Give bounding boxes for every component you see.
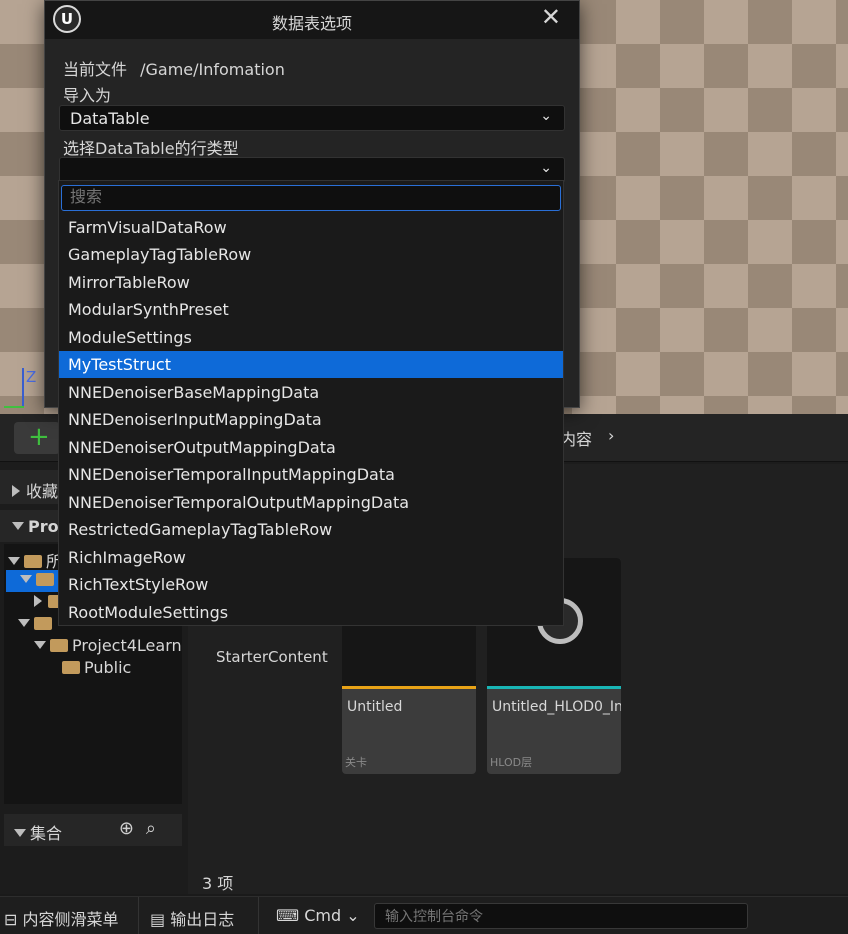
- import-as-label: 导入为: [63, 86, 112, 105]
- divider: [258, 897, 259, 934]
- dropdown-option[interactable]: NNEDenoiserTemporalOutputMappingData: [59, 489, 563, 516]
- dropdown-option[interactable]: ModuleSettings: [59, 324, 563, 351]
- expand-arrow-icon: [34, 595, 42, 607]
- content-drawer-label: 内容侧滑菜单: [22, 910, 119, 929]
- import-as-combo[interactable]: DataTable ⌄: [59, 105, 565, 131]
- collapse-arrow-icon: [34, 641, 46, 649]
- current-file-row: 当前文件 /Game/Infomation: [63, 56, 285, 80]
- dropdown-option-selected[interactable]: MyTestStruct: [59, 351, 563, 378]
- axis-x-line: [4, 406, 24, 408]
- axis-z-label: Z: [26, 368, 37, 386]
- divider: [138, 897, 139, 934]
- tree-item-plugins[interactable]: [18, 614, 56, 636]
- dropdown-option[interactable]: NNEDenoiserOutputMappingData: [59, 434, 563, 461]
- collections-section[interactable]: 集合 ⊕⌕: [4, 814, 182, 846]
- folder-icon: [24, 555, 42, 568]
- dropdown-option[interactable]: NNEDenoiserTemporalInputMappingData: [59, 461, 563, 488]
- folder-icon: [50, 639, 68, 652]
- collapse-arrow-icon: [20, 575, 32, 583]
- tree-item-all[interactable]: 所: [8, 548, 62, 571]
- add-button[interactable]: +: [14, 422, 60, 454]
- asset-type-bar: [342, 686, 476, 689]
- folder-item-label[interactable]: StarterContent: [216, 648, 328, 666]
- asset-type-bar: [487, 686, 621, 689]
- search-icon[interactable]: ⌕: [146, 818, 168, 839]
- project-label: Pro: [28, 517, 59, 536]
- current-file-value: /Game/Infomation: [140, 60, 285, 79]
- search-input[interactable]: [61, 185, 561, 211]
- status-bar: ⊟ 内容侧滑菜单 ▤ 输出日志 ⌨ Cmd ⌄: [0, 896, 848, 934]
- collections-label: 集合: [30, 824, 63, 843]
- add-collection-icon[interactable]: ⊕: [119, 818, 146, 839]
- cpp-folder-icon: [62, 661, 80, 674]
- chevron-right-icon[interactable]: ›: [608, 426, 614, 445]
- row-type-dropdown: FarmVisualDataRow GameplayTagTableRow Mi…: [58, 180, 564, 626]
- dropdown-option[interactable]: RestrictedGameplayTagTableRow: [59, 516, 563, 543]
- asset-name: Untitled_HLOD0_Instancing: [492, 699, 621, 715]
- dialog-title: 数据表选项: [271, 14, 352, 33]
- collapse-arrow-icon: [8, 557, 20, 565]
- asset-type: HLOD层: [490, 756, 533, 769]
- cmd-dropdown[interactable]: ⌨ Cmd ⌄: [276, 906, 360, 925]
- tree-item-label: Public: [84, 658, 132, 677]
- expand-arrow-icon: [12, 485, 20, 497]
- chevron-down-icon: ⌄: [346, 906, 360, 925]
- collapse-arrow-icon: [18, 619, 30, 627]
- item-count: 3 项: [202, 874, 234, 893]
- dropdown-option[interactable]: RootModuleSettings: [59, 599, 563, 626]
- favorites-label: 收藏: [26, 482, 59, 501]
- chevron-down-icon: ⌄: [540, 108, 552, 124]
- terminal-icon: ⌨: [276, 906, 300, 925]
- tree-item-label: Project4Learn: [72, 636, 182, 655]
- dropdown-option[interactable]: NNEDenoiserInputMappingData: [59, 406, 563, 433]
- dropdown-option[interactable]: NNEDenoiserBaseMappingData: [59, 379, 563, 406]
- current-file-label: 当前文件: [63, 60, 128, 79]
- chevron-down-icon: ⌄: [540, 160, 552, 176]
- collapse-arrow-icon: [12, 522, 24, 530]
- dropdown-option[interactable]: GameplayTagTableRow: [59, 241, 563, 268]
- content-drawer-button[interactable]: ⊟ 内容侧滑菜单: [4, 906, 119, 930]
- breadcrumb[interactable]: 内容: [560, 426, 592, 450]
- content-drawer-icon: ⊟: [4, 910, 18, 929]
- tree-item-project[interactable]: Project4Learn: [34, 636, 182, 658]
- dialog-titlebar[interactable]: U 数据表选项 ✕: [45, 1, 579, 39]
- dropdown-option[interactable]: RichTextStyleRow: [59, 571, 563, 598]
- console-input[interactable]: [374, 903, 748, 929]
- dropdown-option[interactable]: ModularSynthPreset: [59, 296, 563, 323]
- folder-icon: [36, 573, 54, 586]
- dropdown-option[interactable]: FarmVisualDataRow: [59, 214, 563, 241]
- tree-item-public[interactable]: Public: [62, 658, 131, 680]
- asset-type: 关卡: [345, 756, 367, 769]
- plus-icon: +: [28, 422, 50, 452]
- log-icon: ▤: [150, 910, 166, 929]
- folder-icon: [34, 617, 52, 630]
- axis-z-line: [22, 368, 24, 408]
- import-as-value: DataTable: [70, 109, 150, 128]
- row-type-label: 选择DataTable的行类型: [63, 139, 239, 158]
- collapse-arrow-icon: [14, 829, 26, 837]
- cmd-label: Cmd: [304, 906, 342, 925]
- asset-name: Untitled: [347, 699, 403, 715]
- dropdown-option[interactable]: MirrorTableRow: [59, 269, 563, 296]
- output-log-button[interactable]: ▤ 输出日志: [150, 906, 234, 930]
- output-log-label: 输出日志: [170, 910, 235, 929]
- dropdown-option[interactable]: RichImageRow: [59, 544, 563, 571]
- close-icon[interactable]: ✕: [541, 3, 561, 31]
